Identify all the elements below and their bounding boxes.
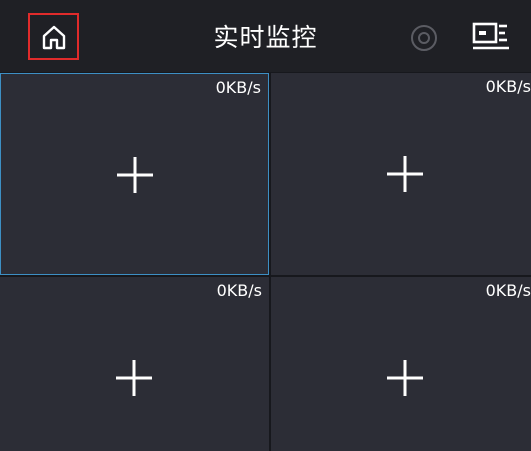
page-title: 实时监控 [213,23,318,52]
camera-button[interactable] [472,19,510,53]
plus-icon[interactable] [114,358,154,398]
channel-tile-3[interactable]: 0KB/s [0,277,269,451]
plus-icon[interactable] [385,154,425,194]
plus-icon[interactable] [385,358,425,398]
top-bar: 实时监控 [0,0,531,72]
bitrate-label: 0KB/s [215,78,261,97]
home-icon [42,25,65,49]
settings-button[interactable] [407,21,441,55]
settings-icon [411,25,437,51]
bitrate-label: 0KB/s [485,281,531,300]
home-button[interactable] [28,13,79,60]
channel-tile-1[interactable]: 0KB/s [0,73,269,275]
bitrate-label: 0KB/s [216,281,262,300]
channel-grid: 0KB/s 0KB/s 0KB/s 0KB/s [0,72,531,451]
channel-tile-4[interactable]: 0KB/s [271,277,531,451]
plus-icon[interactable] [115,155,155,195]
bitrate-label: 0KB/s [485,77,531,96]
channel-tile-2[interactable]: 0KB/s [271,73,531,275]
camera-icon [472,22,509,50]
